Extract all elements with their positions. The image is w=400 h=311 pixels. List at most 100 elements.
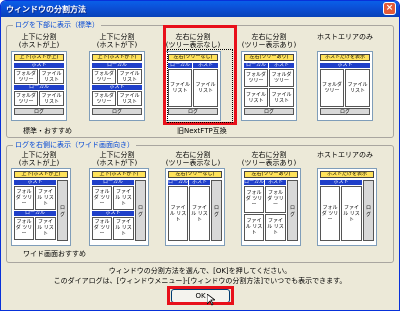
preview-pane-header: ホスト — [320, 180, 362, 185]
window-title: ウィンドウの分割方法 — [6, 5, 86, 14]
preview-pane-header: ローカル — [92, 63, 142, 68]
option-caption-line: 左右に分割 — [251, 151, 287, 159]
preview-pane: フォルダ ツリー — [14, 186, 34, 210]
preview-pane: フォルダ ツリー — [269, 69, 294, 87]
preview-pane: フォルダ ツリー — [244, 186, 264, 213]
layout-preview[interactable]: 左右(ツリーあり) ローカル ホスト フォルダ ツリー ファイル リスト フォルダ ツリー… — [241, 51, 297, 121]
preview-pane: ファイル リスト — [39, 69, 64, 84]
focus-outline — [167, 49, 233, 123]
preview-pane: ファイル リスト — [35, 216, 56, 240]
preview-title-bar: 上下(ホストが上) — [14, 171, 68, 178]
layout-preview[interactable]: 上下(ホストが上) ホスト フォルダ ツリー ファイル リスト ローカル フォルダ ツリー… — [11, 51, 67, 121]
option-caption-line: (ホストが上) — [18, 159, 60, 167]
preview-pane-header: ローカル — [92, 180, 134, 185]
preview-pane-header: ホスト — [92, 210, 134, 216]
preview-log-pane: ログ — [287, 180, 298, 241]
preview-pane: フォルダ ツリー — [92, 216, 112, 240]
preview-title-bar: 左右(ツリーなし) — [168, 171, 222, 178]
preview-pane: フォルダ ツリー — [320, 186, 340, 241]
preview-pane: ファイル リスト — [35, 186, 56, 210]
preview-title-bar: 上下(ホストが上) — [14, 54, 64, 61]
preview-pane: フォルダ ツリー — [92, 186, 112, 210]
instruction-line-1: ウィンドウの分割方法を選んで、[OK]を押してください。 — [108, 267, 292, 275]
preview-title-bar: 上下(ホストが下) — [92, 171, 146, 178]
preview-pane-header: ローカル — [14, 210, 56, 216]
preview-log-pane: ログ — [320, 108, 370, 115]
layout-preview[interactable]: ホストだけを表示 ホスト フォルダ ツリー ファイル リスト ログ — [317, 168, 377, 246]
group-log-right-label: ログを右側に表示（ワイド画面向き） — [13, 140, 136, 150]
option-caption: 左右に分割 (ツリー表示あり) — [239, 151, 299, 167]
instruction-line-2: このダイアログは、[ウィンドウメニュー]-[ウィンドウの分割方法]でいつでも表示… — [53, 277, 347, 285]
option-caption-line: ホストエリアのみ — [317, 33, 373, 41]
preview-pane-header: ホスト — [189, 180, 210, 185]
preview-pane-header: ローカル — [244, 180, 264, 185]
dialog-window: ウィンドウの分割方法 × ログを下部に表示（標準） 上下に分割 (ホストが上) 上下… — [0, 0, 400, 311]
preview-pane: ファイル リスト — [189, 186, 210, 241]
layout-preview[interactable]: 上下(ホストが下) ローカル フォルダ ツリー ファイル リスト ホスト フォルダ ツリー… — [89, 168, 149, 246]
option-caption: 上下に分割 (ホストが下) — [87, 151, 147, 167]
close-button[interactable]: × — [383, 2, 396, 15]
preview-pane-header: ホスト — [14, 63, 64, 68]
option-caption-line: 上下に分割 — [21, 151, 57, 159]
layout-preview[interactable]: 左右(ツリーあり) ローカル ホスト フォルダ ツリー ファイル リスト フォルダ ツリー… — [241, 168, 301, 246]
preview-pane: ファイル リスト — [269, 88, 294, 107]
option-caption-line: (ツリー表示なし) — [165, 159, 221, 167]
preview-pane: ファイル リスト — [244, 88, 268, 107]
layout-preview[interactable]: 上下(ホストが上) ホスト フォルダ ツリー ファイル リスト ローカル フォルダ ツリー… — [11, 168, 71, 246]
layout-preview[interactable]: ホストだけを表示 ホスト フォルダ ツリー ファイル リスト ログ — [317, 51, 373, 121]
option-caption-line: (ホストが下) — [96, 41, 138, 49]
preview-title-bar: 左右(ツリーあり) — [244, 54, 294, 61]
preview-pane: フォルダ ツリー — [14, 69, 38, 84]
option-caption-line: 左右に分割 — [175, 151, 211, 159]
note-standard: 標準・おすすめ — [23, 127, 72, 135]
preview-pane-header: ホスト — [269, 63, 294, 68]
layout-preview[interactable]: 左右(ツリーなし) ローカル ホスト ファイル リスト ファイル リスト ログ — [165, 168, 225, 246]
preview-pane-header: ローカル — [168, 180, 188, 185]
preview-pane: フォルダ ツリー — [265, 186, 286, 213]
preview-pane: フォルダ ツリー — [14, 216, 34, 240]
option-caption: 左右に分割 (ツリー表示あり) — [239, 33, 299, 49]
preview-pane: フォルダ ツリー — [92, 69, 116, 84]
preview-log-pane: ログ — [92, 108, 142, 115]
preview-log-pane: ログ — [244, 108, 294, 115]
ok-highlight — [167, 286, 234, 305]
mouse-cursor-icon — [207, 294, 215, 306]
preview-pane: ファイル リスト — [117, 91, 142, 106]
preview-pane: ファイル リスト — [113, 216, 134, 240]
preview-pane-header: ローカル — [244, 63, 268, 68]
option-caption: ホストエリアのみ — [315, 151, 375, 159]
title-bar[interactable]: ウィンドウの分割方法 × — [1, 1, 399, 17]
preview-pane: フォルダ ツリー — [320, 69, 344, 107]
preview-title-bar: ホストだけを表示 — [320, 171, 374, 178]
preview-pane-header: ホスト — [92, 85, 142, 90]
option-caption-line: ホストエリアのみ — [317, 151, 373, 159]
note-nextftp: 旧NextFTP互換 — [177, 127, 227, 135]
option-caption-line: 上下に分割 — [99, 33, 135, 41]
option-caption-line: 上下に分割 — [21, 33, 57, 41]
preview-pane: ファイル リスト — [345, 69, 370, 107]
preview-pane: ファイル リスト — [341, 186, 362, 241]
preview-log-pane: ログ — [14, 108, 64, 115]
option-caption-line: (ホストが上) — [18, 41, 60, 49]
option-caption: 上下に分割 (ホストが上) — [9, 33, 69, 49]
preview-pane: フォルダ ツリー — [244, 69, 268, 87]
note-wide: ワイド画面おすすめ — [23, 250, 86, 258]
preview-log-pane: ログ — [211, 180, 222, 241]
option-caption-line: (ホストが下) — [96, 159, 138, 167]
preview-log-pane: ログ — [57, 180, 68, 241]
preview-title-bar: 上下(ホストが下) — [92, 54, 142, 61]
preview-pane: フォルダ ツリー — [92, 91, 116, 106]
preview-pane-header: ホスト — [265, 180, 286, 185]
option-caption: ホストエリアのみ — [315, 33, 375, 41]
preview-pane: フォルダ ツリー — [14, 91, 38, 106]
preview-pane: ファイル リスト — [244, 213, 264, 241]
option-caption-line: (ツリー表示あり) — [241, 159, 297, 167]
preview-pane: ファイル リスト — [113, 186, 134, 210]
preview-pane-header: ローカル — [14, 85, 64, 90]
option-caption-line: 左右に分割 — [251, 33, 287, 41]
option-caption: 上下に分割 (ホストが上) — [9, 151, 69, 167]
preview-pane: ファイル リスト — [117, 69, 142, 84]
option-caption: 上下に分割 (ホストが下) — [87, 33, 147, 49]
preview-pane: ファイル リスト — [39, 91, 64, 106]
layout-preview[interactable]: 上下(ホストが下) ローカル フォルダ ツリー ファイル リスト ホスト フォルダ ツリー… — [89, 51, 145, 121]
